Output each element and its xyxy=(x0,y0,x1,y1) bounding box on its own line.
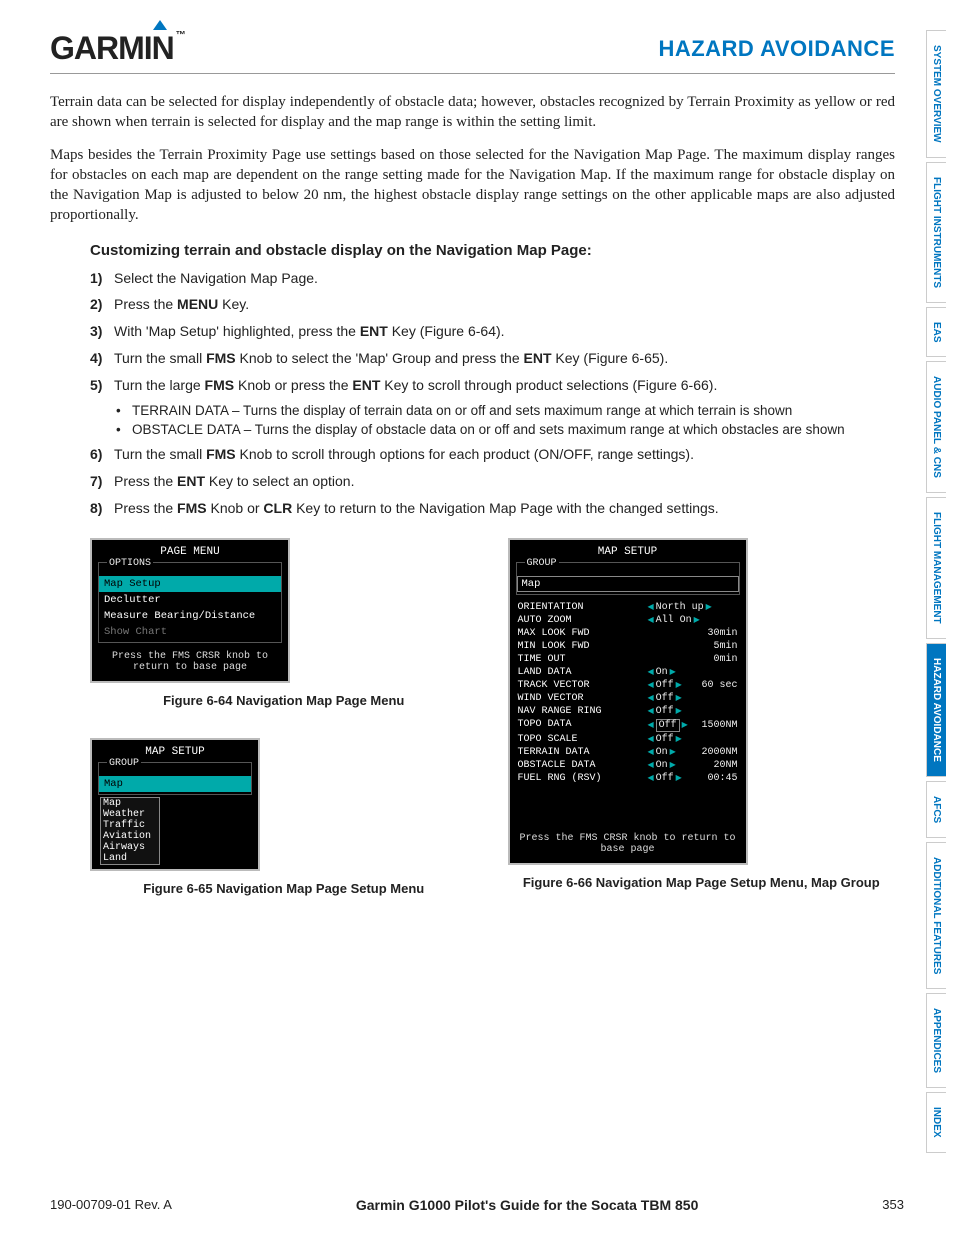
garmin-logo: GARMIN™ xyxy=(50,30,185,67)
figure-64-caption: Figure 6-64 Navigation Map Page Menu xyxy=(90,693,478,708)
section-title: HAZARD AVOIDANCE xyxy=(658,36,895,62)
dropdown-land[interactable]: Land xyxy=(103,853,157,864)
step-1: Select the Navigation Map Page. xyxy=(114,269,318,288)
setup-row[interactable]: TRACK VECTOR◀Off▶60 sec xyxy=(514,679,742,692)
dropdown-aviation[interactable]: Aviation xyxy=(103,831,157,842)
step-2: Press the MENU Key. xyxy=(114,295,249,314)
tab-eas[interactable]: EAS xyxy=(926,307,946,358)
bullet-terrain: TERRAIN DATA – Turns the display of terr… xyxy=(132,403,792,418)
map-setup-title: MAP SETUP xyxy=(96,746,254,758)
procedure-title: Customizing terrain and obstacle display… xyxy=(90,242,895,259)
menu-item-measure[interactable]: Measure Bearing/Distance xyxy=(99,608,281,624)
page-menu-title: PAGE MENU xyxy=(96,546,284,558)
step-3: With 'Map Setup' highlighted, press the … xyxy=(114,322,505,341)
section-tabs: SYSTEM OVERVIEW FLIGHT INSTRUMENTS EAS AUDI… xyxy=(926,30,954,1157)
group-map[interactable]: Map xyxy=(517,576,739,592)
menu-item-chart: Show Chart xyxy=(99,624,281,640)
setup-row[interactable]: MIN LOOK FWD5min xyxy=(514,640,742,653)
setup-row[interactable]: TOPO DATA◀Off▶1500NM xyxy=(514,718,742,733)
setup-row[interactable]: LAND DATA◀On▶ xyxy=(514,666,742,679)
group-label: GROUP xyxy=(107,758,141,769)
tab-audio-panel-cns[interactable]: AUDIO PANEL & CNS xyxy=(926,361,946,493)
logo-triangle-icon xyxy=(153,20,167,30)
dropdown-map[interactable]: Map xyxy=(103,798,157,809)
map-setup-title-66: MAP SETUP xyxy=(514,546,742,558)
menu-item-map-setup[interactable]: Map Setup xyxy=(99,576,281,592)
setup-row[interactable]: NAV RANGE RING◀Off▶ xyxy=(514,705,742,718)
step-8: Press the FMS Knob or CLR Key to return … xyxy=(114,499,719,518)
procedure-steps: 1)Select the Navigation Map Page. 2)Pres… xyxy=(90,269,895,518)
options-label: OPTIONS xyxy=(107,558,153,569)
setup-row[interactable]: TERRAIN DATA◀On▶2000NM xyxy=(514,746,742,759)
footer-title: Garmin G1000 Pilot's Guide for the Socat… xyxy=(356,1197,699,1213)
setup-row[interactable]: AUTO ZOOM◀All On▶ xyxy=(514,614,742,627)
page-footer: 190-00709-01 Rev. A Garmin G1000 Pilot's… xyxy=(50,1197,904,1213)
paragraph-1: Terrain data can be selected for display… xyxy=(50,92,895,133)
setup-row[interactable]: MAX LOOK FWD30min xyxy=(514,627,742,640)
setup-row[interactable]: TOPO SCALE◀Off▶ xyxy=(514,733,742,746)
tab-index[interactable]: INDEX xyxy=(926,1092,946,1153)
step-4: Turn the small FMS Knob to select the 'M… xyxy=(114,349,668,368)
step-5: Turn the large FMS Knob or press the ENT… xyxy=(114,376,717,395)
trademark-icon: ™ xyxy=(176,30,185,41)
setup-hint: Press the FMS CRSR knob to return to bas… xyxy=(514,833,742,855)
tab-afcs[interactable]: AFCS xyxy=(926,781,946,838)
bullet-obstacle: OBSTACLE DATA – Turns the display of obs… xyxy=(132,422,845,437)
step-7: Press the ENT Key to select an option. xyxy=(114,472,354,491)
dropdown-traffic[interactable]: Traffic xyxy=(103,820,157,831)
footer-pagenum: 353 xyxy=(882,1197,904,1212)
step-6: Turn the small FMS Knob to scroll throug… xyxy=(114,445,694,464)
group-label-66: GROUP xyxy=(525,558,559,569)
page-header: GARMIN™ HAZARD AVOIDANCE xyxy=(50,30,895,74)
dropdown-airways[interactable]: Airways xyxy=(103,842,157,853)
paragraph-2: Maps besides the Terrain Proximity Page … xyxy=(50,145,895,226)
tab-appendices[interactable]: APPENDICES xyxy=(926,993,946,1088)
setup-row[interactable]: FUEL RNG (RSV)◀Off▶00:45 xyxy=(514,772,742,785)
tab-system-overview[interactable]: SYSTEM OVERVIEW xyxy=(926,30,946,158)
menu-item-declutter[interactable]: Declutter xyxy=(99,592,281,608)
figure-66-caption: Figure 6-66 Navigation Map Page Setup Me… xyxy=(508,875,896,890)
setup-row[interactable]: ORIENTATION◀North up▶ xyxy=(514,601,742,614)
figure-65-screen: MAP SETUP GROUP Map Map Weather Traffic … xyxy=(90,738,260,871)
figure-64-screen: PAGE MENU OPTIONS Map Setup Declutter Me… xyxy=(90,538,290,683)
figure-65-caption: Figure 6-65 Navigation Map Page Setup Me… xyxy=(90,881,478,896)
menu-hint: Press the FMS CRSR knob to return to bas… xyxy=(96,651,284,673)
setup-row[interactable]: OBSTACLE DATA◀On▶20NM xyxy=(514,759,742,772)
group-selected[interactable]: Map xyxy=(99,776,251,792)
figure-66-screen: MAP SETUP GROUP Map ORIENTATION◀North up… xyxy=(508,538,748,865)
footer-docnum: 190-00709-01 Rev. A xyxy=(50,1197,172,1212)
tab-flight-instruments[interactable]: FLIGHT INSTRUMENTS xyxy=(926,162,946,303)
group-dropdown[interactable]: Map Weather Traffic Aviation Airways Lan… xyxy=(100,797,160,865)
setup-row[interactable]: WIND VECTOR◀Off▶ xyxy=(514,692,742,705)
tab-additional-features[interactable]: ADDITIONAL FEATURES xyxy=(926,842,946,989)
tab-flight-management[interactable]: FLIGHT MANAGEMENT xyxy=(926,497,946,639)
dropdown-weather[interactable]: Weather xyxy=(103,809,157,820)
tab-hazard-avoidance[interactable]: HAZARD AVOIDANCE xyxy=(926,643,946,777)
logo-text: GARMIN xyxy=(50,30,174,66)
setup-row[interactable]: TIME OUT0min xyxy=(514,653,742,666)
